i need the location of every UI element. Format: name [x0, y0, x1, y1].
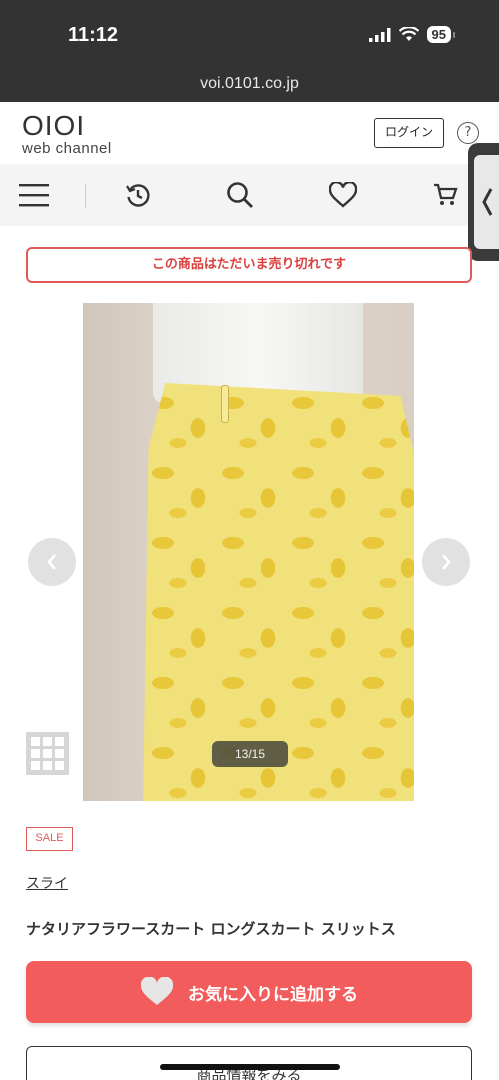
status-time: 11:12: [68, 24, 119, 46]
chevron-left-icon: [47, 554, 56, 570]
chevron-right-icon: [442, 554, 451, 570]
add-to-favorites-label: お気に入りに追加する: [188, 984, 358, 1005]
next-image-button[interactable]: [422, 538, 470, 586]
status-bar: 11:12 95: [0, 0, 499, 70]
wifi-icon: [398, 27, 419, 41]
cart-icon[interactable]: [428, 178, 462, 212]
battery-level: 95: [426, 26, 451, 43]
product-image[interactable]: [83, 303, 414, 801]
chevron-left-icon[interactable]: [474, 155, 499, 249]
battery-icon: [453, 31, 455, 38]
status-icons: 95: [368, 26, 455, 43]
photo-zipper: [221, 385, 229, 423]
product-info-button[interactable]: 商品情報をみる: [26, 1046, 472, 1080]
add-to-favorites-button[interactable]: お気に入りに追加する: [26, 961, 472, 1023]
signal-icon: [368, 27, 391, 42]
brand-link[interactable]: スライ: [26, 873, 68, 893]
site-header: OIOI web channel ログイン ?: [0, 102, 499, 164]
prev-image-button[interactable]: [28, 538, 76, 586]
side-panel-tab[interactable]: [468, 143, 499, 261]
url-bar[interactable]: voi.0101.co.jp: [0, 70, 499, 102]
home-indicator[interactable]: [160, 1064, 340, 1070]
sold-out-notice: この商品はただいま売り切れです: [26, 247, 472, 283]
grid-view-icon[interactable]: [26, 732, 69, 775]
image-counter: 13/15: [212, 741, 288, 767]
photo-skirt: [143, 383, 414, 801]
heart-icon: [140, 977, 174, 1005]
help-icon[interactable]: ?: [457, 122, 479, 144]
search-icon[interactable]: [223, 178, 257, 212]
product-title: ナタリアフラワースカート ロングスカート スリットス: [26, 920, 396, 938]
logo-mark[interactable]: OIOI: [22, 112, 85, 140]
logo-subtitle: web channel: [22, 140, 112, 157]
menu-icon[interactable]: [17, 178, 51, 212]
login-button[interactable]: ログイン: [374, 118, 444, 148]
nav-bar: [0, 164, 499, 226]
history-icon[interactable]: [121, 178, 155, 212]
sale-badge: SALE: [26, 827, 73, 851]
favorite-icon[interactable]: [326, 178, 360, 212]
nav-divider: [85, 184, 86, 208]
